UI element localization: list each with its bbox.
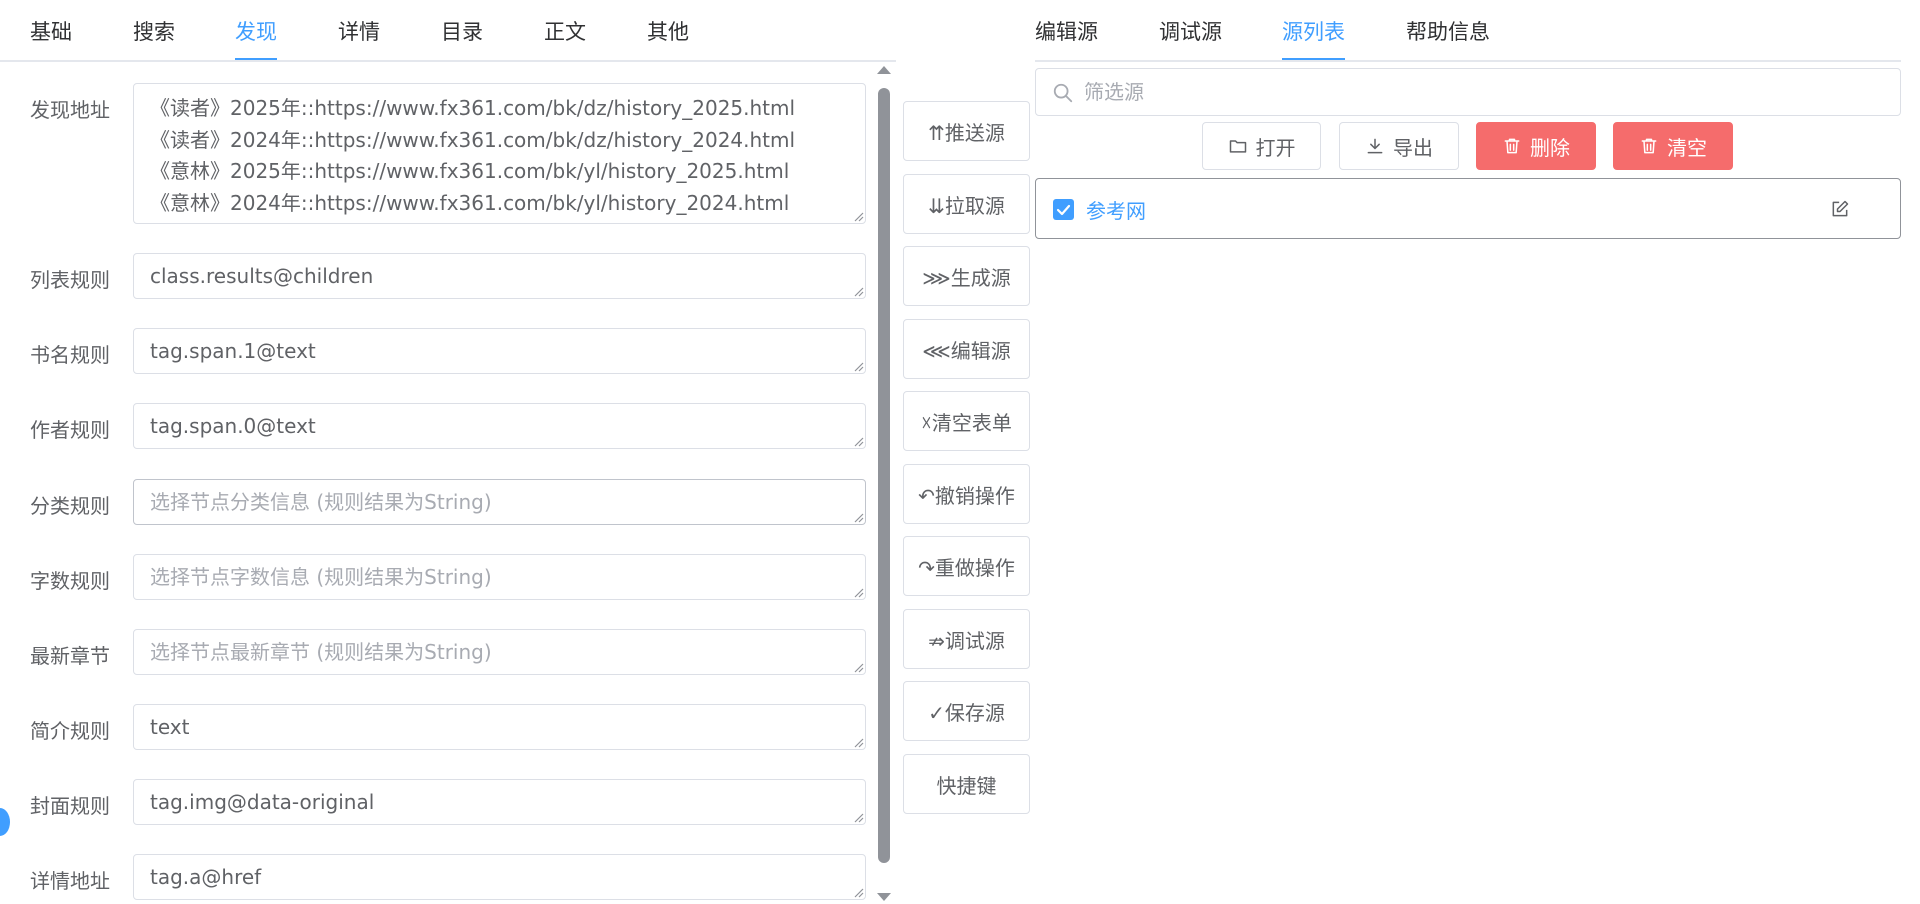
resize-grip-icon xyxy=(854,813,864,823)
tab-source-list[interactable]: 源列表 xyxy=(1282,16,1345,60)
scroll-down-arrow[interactable] xyxy=(877,893,891,901)
resize-grip-icon xyxy=(854,212,864,222)
resize-grip-icon xyxy=(854,362,864,372)
shortcuts-button[interactable]: 快捷键 xyxy=(903,754,1030,814)
tab-discover[interactable]: 发现 xyxy=(235,16,277,60)
tab-basic[interactable]: 基础 xyxy=(30,16,72,46)
category-rule-label: 分类规则 xyxy=(30,494,110,518)
list-rule-label: 列表规则 xyxy=(30,268,110,292)
tab-content[interactable]: 正文 xyxy=(544,16,586,46)
resize-grip-icon xyxy=(854,588,864,598)
cover-rule-label: 封面规则 xyxy=(30,794,110,818)
generate-source-button[interactable]: ⋙生成源 xyxy=(903,246,1030,306)
discover-url-field[interactable]: 《读者》2025年::https://www.fx361.com/bk/dz/h… xyxy=(133,83,866,224)
undo-button[interactable]: ↶撤销操作 xyxy=(903,464,1030,524)
delete-button[interactable]: 删除 xyxy=(1476,122,1596,170)
resize-grip-icon xyxy=(854,513,864,523)
redo-button[interactable]: ↷重做操作 xyxy=(903,536,1030,596)
resize-grip-icon xyxy=(854,287,864,297)
detail-url-rule-label: 详情地址 xyxy=(30,869,110,893)
folder-icon xyxy=(1229,140,1246,153)
intro-rule-field[interactable]: text xyxy=(133,704,866,750)
category-rule-field[interactable]: 选择节点分类信息 (规则结果为String) xyxy=(133,479,866,525)
resize-grip-icon xyxy=(854,888,864,898)
scroll-up-arrow[interactable] xyxy=(877,66,891,74)
source-checkbox[interactable] xyxy=(1053,199,1074,220)
resize-grip-icon xyxy=(854,738,864,748)
clear-button[interactable]: 清空 xyxy=(1613,122,1733,170)
tab-help[interactable]: 帮助信息 xyxy=(1406,16,1490,46)
list-rule-field[interactable]: class.results@children xyxy=(133,253,866,299)
tab-other[interactable]: 其他 xyxy=(647,16,689,46)
download-icon xyxy=(1367,138,1383,154)
cover-rule-field[interactable]: tag.img@data-original xyxy=(133,779,866,825)
discover-url-label: 发现地址 xyxy=(30,98,110,122)
left-tab-bar: 基础 搜索 发现 详情 目录 正文 其他 xyxy=(0,0,896,62)
book-name-rule-label: 书名规则 xyxy=(30,343,110,367)
tab-edit-source[interactable]: 编辑源 xyxy=(1035,16,1098,46)
tab-search[interactable]: 搜索 xyxy=(133,16,175,46)
clear-button-label: 清空 xyxy=(1667,135,1707,160)
push-source-button[interactable]: ⇈推送源 xyxy=(903,101,1030,161)
tab-toc[interactable]: 目录 xyxy=(441,16,483,46)
word-count-rule-label: 字数规则 xyxy=(30,569,110,593)
check-icon xyxy=(1056,204,1071,216)
filter-source-input[interactable] xyxy=(1084,77,1884,107)
filter-source-box xyxy=(1035,68,1901,116)
open-button[interactable]: 打开 xyxy=(1202,122,1321,170)
trash-icon xyxy=(1504,138,1520,154)
source-list-item[interactable]: 参考网 xyxy=(1035,178,1901,239)
word-count-rule-field[interactable]: 选择节点字数信息 (规则结果为String) xyxy=(133,554,866,600)
author-rule-field[interactable]: tag.span.0@text xyxy=(133,403,866,449)
trash-icon xyxy=(1641,138,1657,154)
detail-url-rule-field[interactable]: tag.a@href xyxy=(133,854,866,900)
edit-source-button[interactable]: ⋘编辑源 xyxy=(903,319,1030,379)
latest-chapter-rule-label: 最新章节 xyxy=(30,644,110,668)
right-tab-bar: 编辑源 调试源 源列表 帮助信息 xyxy=(1035,0,1901,62)
book-name-rule-field[interactable]: tag.span.1@text xyxy=(133,328,866,374)
resize-grip-icon xyxy=(854,663,864,673)
author-rule-label: 作者规则 xyxy=(30,418,110,442)
delete-button-label: 删除 xyxy=(1530,135,1570,160)
tab-detail[interactable]: 详情 xyxy=(338,16,380,46)
debug-source-button[interactable]: ⇏调试源 xyxy=(903,609,1030,669)
clear-form-button[interactable]: ☓清空表单 xyxy=(903,391,1030,451)
save-source-button[interactable]: ✓保存源 xyxy=(903,681,1030,741)
open-button-label: 打开 xyxy=(1255,135,1296,160)
pull-source-button[interactable]: ⇊拉取源 xyxy=(903,174,1030,234)
source-name[interactable]: 参考网 xyxy=(1086,195,1146,224)
tab-debug-source[interactable]: 调试源 xyxy=(1159,16,1222,46)
intro-rule-label: 简介规则 xyxy=(30,719,110,743)
export-button-label: 导出 xyxy=(1393,135,1433,160)
side-handle[interactable] xyxy=(0,808,10,836)
resize-grip-icon xyxy=(854,437,864,447)
search-icon xyxy=(1053,83,1073,103)
scrollbar-thumb[interactable] xyxy=(878,88,890,863)
edit-icon[interactable] xyxy=(1830,199,1850,219)
latest-chapter-rule-field[interactable]: 选择节点最新章节 (规则结果为String) xyxy=(133,629,866,675)
export-button[interactable]: 导出 xyxy=(1339,122,1459,170)
